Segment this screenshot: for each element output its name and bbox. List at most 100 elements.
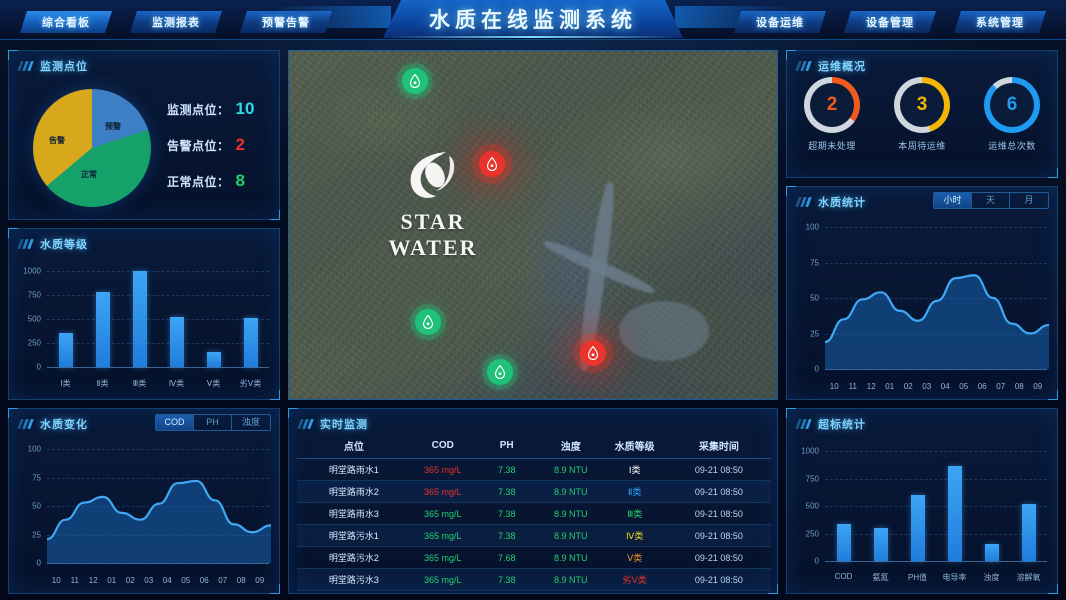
tab-wqstat-1[interactable]: 天 — [972, 193, 1010, 208]
x-axis-tick: 溶解氧 — [1016, 573, 1041, 582]
panel-map[interactable]: STAR WATER — [288, 50, 778, 400]
nav-button-right-2[interactable]: 系统管理 — [954, 11, 1046, 33]
bar-溶解氧 — [1021, 504, 1036, 561]
nav-button-right-0[interactable]: 设备运维 — [734, 11, 826, 33]
tab-wqstat-2[interactable]: 月 — [1010, 193, 1048, 208]
water-change-area-chart: 100 75 50 25 0 10 11 12 01 02 03 04 05 06 07 08 09 — [9, 433, 279, 593]
exceed-bar-chart: 1000 750 500 250 0 COD 氨氮 PH值 电导率 浊度 溶解氧 — [787, 433, 1057, 593]
x-axis-tick: PH值 — [907, 573, 928, 582]
x-axis-tick: 12 — [88, 576, 98, 585]
bars-icon — [795, 419, 812, 429]
monitor-points-pie-chart: 预警 正常 告警 — [33, 89, 151, 207]
panel-realtime-monitor: 实时监测 点位 COD PH 浊度 水质等级 采集时间 明堂路雨水1 365 mg/L 7.3… — [288, 408, 778, 594]
x-axis-tick: 05 — [181, 576, 191, 585]
table-row[interactable]: 明堂路雨水3 365 mg/L 7.38 8.9 NTU Ⅲ类 09-21 08:50 — [297, 502, 771, 525]
table-row[interactable]: 明堂路雨水2 365 mg/L 7.38 8.9 NTU Ⅱ类 09-21 08:50 — [297, 480, 771, 503]
cell-ph: 7.38 — [474, 502, 539, 525]
axis-baseline — [825, 561, 1047, 562]
x-axis-tick: 11 — [848, 382, 857, 391]
table-col-5: 采集时间 — [666, 433, 771, 459]
bar-Ⅱ类 — [95, 292, 110, 367]
app-header: 水质在线监测系统 综合看板 监测报表 预警告警 设备运维 设备管理 系统管理 — [0, 0, 1066, 44]
x-axis-tick: 03 — [144, 576, 154, 585]
x-axis-tick: Ⅲ类 — [132, 379, 147, 388]
gauge-ring: 2 — [804, 77, 860, 133]
nav-button-right-1[interactable]: 设备管理 — [844, 11, 936, 33]
x-axis-tick: 06 — [199, 576, 209, 585]
y-axis-tick: 750 — [805, 474, 819, 483]
panel-ops-overview: 运维概况 2 超期未处理 3 本周待运维 6 运维总次数 — [786, 50, 1058, 178]
cell-site: 明堂路雨水3 — [297, 502, 411, 525]
y-axis-tick: 0 — [36, 362, 41, 372]
y-axis-tick: 500 — [805, 501, 819, 511]
table-header-row: 点位 COD PH 浊度 水质等级 采集时间 — [297, 433, 771, 459]
y-axis-tick: 0 — [814, 364, 819, 374]
app-title-plate: 水质在线监测系统 — [383, 0, 683, 38]
water-change-tabs[interactable]: COD PH 浊度 — [155, 414, 271, 431]
table-row[interactable]: 明堂路污水1 365 mg/L 7.38 8.9 NTU Ⅳ类 09-21 08:50 — [297, 524, 771, 547]
area-series — [47, 479, 271, 563]
ops-gauges: 2 超期未处理 3 本周待运维 6 运维总次数 — [787, 77, 1057, 152]
cell-grade: Ⅲ类 — [602, 502, 667, 525]
axis-baseline — [825, 369, 1047, 370]
cell-turbidity: 8.9 NTU — [538, 502, 603, 525]
map-marker-normal-3[interactable] — [487, 359, 513, 385]
cell-turbidity: 8.9 NTU — [538, 546, 603, 569]
table-col-4: 水质等级 — [602, 433, 667, 459]
table-row[interactable]: 明堂路污水2 365 mg/L 7.68 8.9 NTU Ⅴ类 09-21 08:50 — [297, 546, 771, 569]
gauge-value: 2 — [810, 83, 854, 127]
cell-grade: Ⅰ类 — [602, 458, 667, 481]
realtime-table: 点位 COD PH 浊度 水质等级 采集时间 明堂路雨水1 365 mg/L 7.38 8.9 … — [297, 433, 771, 591]
axis-baseline — [47, 367, 269, 368]
tab-change-2[interactable]: 浊度 — [232, 415, 270, 430]
x-axis-tick: COD — [834, 572, 853, 581]
cell-cod: 365 mg/L — [410, 568, 475, 591]
y-axis-tick: 250 — [27, 338, 41, 348]
x-axis-labels: COD 氨氮 PH值 电导率 浊度 溶解氧 — [825, 572, 1047, 583]
stat-label: 监测点位： — [167, 103, 230, 117]
water-drop-icon — [486, 157, 498, 171]
panel-monitor-points: 监测点位 预警 正常 告警 监测点位： 10 告警点位： 2 正常点位： 8 — [8, 50, 280, 220]
y-axis-tick: 1000 — [23, 266, 41, 276]
tab-wqstat-0[interactable]: 小时 — [934, 193, 972, 208]
cell-site: 明堂路污水3 — [297, 568, 411, 591]
map-marker-alarm-1[interactable] — [479, 151, 505, 177]
table-row[interactable]: 明堂路污水3 365 mg/L 7.38 8.9 NTU 劣Ⅴ类 09-21 08:50 — [297, 568, 771, 591]
stat-label: 正常点位： — [167, 175, 230, 189]
y-axis-tick: 250 — [805, 529, 819, 538]
gauge-label: 超期未处理 — [808, 141, 856, 151]
map-marker-normal-0[interactable] — [402, 68, 428, 94]
cell-grade: Ⅱ类 — [602, 480, 667, 503]
y-axis-tick: 0 — [814, 556, 819, 566]
water-drop-icon — [422, 315, 434, 329]
x-axis-tick: 06 — [977, 382, 987, 391]
wq-stat-area-chart: 100 75 50 25 0 10 11 12 01 02 03 04 05 06 07 08 09 — [787, 211, 1057, 399]
nav-button-left-2[interactable]: 预警告警 — [240, 11, 332, 33]
table-row[interactable]: 明堂路雨水1 365 mg/L 7.38 8.9 NTU Ⅰ类 09-21 08:50 — [297, 458, 771, 481]
x-axis-tick: 氨氮 — [872, 573, 889, 582]
table-col-0: 点位 — [297, 433, 411, 459]
wq-stat-tabs[interactable]: 小时天月 — [933, 192, 1049, 209]
table-col-3: 浊度 — [538, 433, 603, 459]
nav-button-left-0[interactable]: 综合看板 — [20, 11, 112, 33]
cell-cod: 365 mg/L — [410, 546, 475, 569]
cell-grade: 劣Ⅴ类 — [602, 568, 667, 591]
map-marker-normal-2[interactable] — [415, 309, 441, 335]
map-marker-alarm-4[interactable] — [580, 340, 606, 366]
bar-Ⅴ类 — [206, 352, 221, 367]
y-axis-tick: 25 — [810, 329, 819, 338]
cell-time: 09-21 08:50 — [666, 502, 771, 525]
gauge-1: 3 本周待运维 — [885, 77, 959, 152]
bar-COD — [836, 524, 851, 561]
gauge-value: 6 — [990, 83, 1034, 127]
stat-row-0: 监测点位： 10 — [167, 99, 254, 119]
tab-change-0[interactable]: COD — [156, 415, 194, 430]
cell-ph: 7.38 — [474, 568, 539, 591]
panel-title-text: 水质统计 — [818, 197, 866, 209]
stat-value: 2 — [235, 135, 245, 154]
tab-change-1[interactable]: PH — [194, 415, 232, 430]
x-axis-tick: 07 — [996, 382, 1006, 391]
leaf-drop-logo-icon — [410, 152, 455, 198]
y-axis-tick: 750 — [27, 290, 41, 300]
nav-button-left-1[interactable]: 监测报表 — [130, 11, 222, 33]
